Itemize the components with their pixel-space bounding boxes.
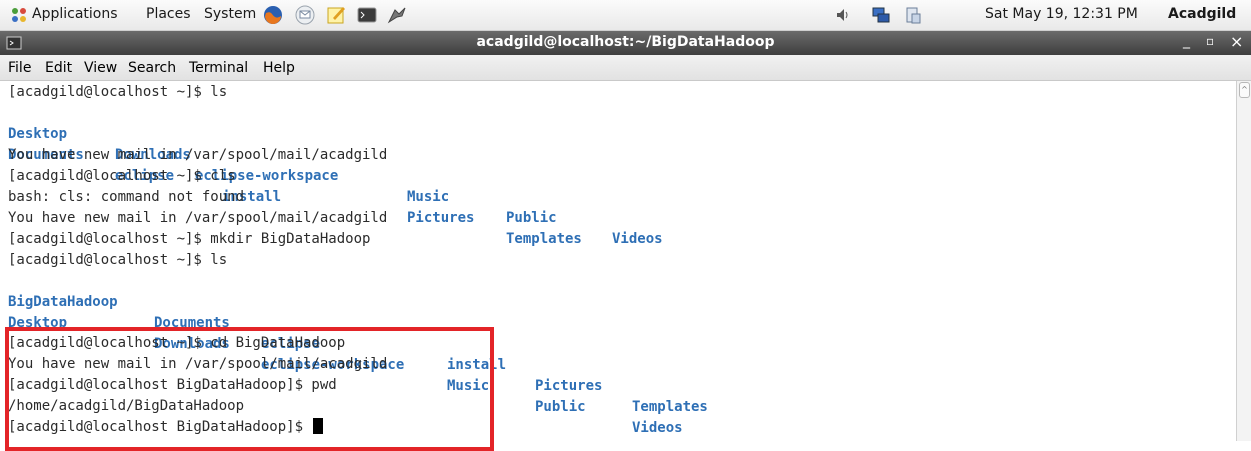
menu-search[interactable]: Search bbox=[128, 60, 176, 76]
ls-output-row: Desktop Downloads eclipse-workspace Musi… bbox=[8, 292, 683, 436]
directory-entry: Public bbox=[535, 399, 586, 415]
window-titlebar[interactable]: acadgild@localhost:~/BigDataHadoop _ ▫ × bbox=[0, 31, 1251, 55]
menu-terminal[interactable]: Terminal bbox=[189, 60, 248, 76]
scroll-up-icon[interactable]: ^ bbox=[1239, 82, 1250, 98]
close-button[interactable]: × bbox=[1230, 32, 1243, 51]
terminal-line: You have new mail in /var/spool/mail/aca… bbox=[8, 210, 388, 226]
directory-entry: Videos bbox=[612, 231, 663, 247]
terminal-menubar: File Edit View Search Terminal Help bbox=[0, 55, 1251, 81]
directory-entry: Pictures bbox=[535, 378, 603, 394]
menu-edit[interactable]: Edit bbox=[45, 60, 72, 76]
places-menu[interactable]: Places bbox=[146, 6, 191, 22]
vertical-scrollbar[interactable]: ^ bbox=[1236, 81, 1251, 441]
terminal-line: bash: cls: command not found bbox=[8, 189, 245, 205]
ls-output-row: Desktop Downloads eclipse-workspace Musi… bbox=[8, 103, 663, 247]
email-icon[interactable] bbox=[294, 4, 316, 26]
network-icon[interactable] bbox=[870, 4, 892, 26]
top-panel: Applications Places System Sat May 19, 1… bbox=[0, 0, 1251, 31]
firefox-icon[interactable] bbox=[262, 4, 284, 26]
text-editor-icon[interactable] bbox=[325, 4, 347, 26]
directory-entry: Templates bbox=[632, 399, 708, 415]
minimize-button[interactable]: _ bbox=[1183, 33, 1190, 49]
screenshot-icon[interactable] bbox=[386, 4, 408, 26]
volume-icon[interactable] bbox=[832, 4, 854, 26]
terminal-line: [acadgild@localhost ~]$ mkdir BigDataHad… bbox=[8, 231, 371, 247]
directory-entry: Pictures bbox=[407, 210, 475, 226]
ls-output-row: Documents eclipse install Pictures Templ… bbox=[8, 124, 582, 247]
clipboard-icon[interactable] bbox=[902, 4, 924, 26]
menu-help[interactable]: Help bbox=[263, 60, 295, 76]
panel-user[interactable]: Acadgild bbox=[1168, 6, 1236, 22]
highlight-box bbox=[5, 327, 494, 451]
terminal-line: You have new mail in /var/spool/mail/aca… bbox=[8, 147, 388, 163]
directory-entry: Public bbox=[506, 210, 557, 226]
terminal-line: [acadgild@localhost ~]$ ls bbox=[8, 252, 228, 268]
applications-menu[interactable]: Applications bbox=[32, 6, 118, 22]
panel-clock[interactable]: Sat May 19, 12:31 PM bbox=[985, 6, 1138, 22]
directory-entry: Music bbox=[407, 189, 450, 205]
terminal-icon[interactable] bbox=[356, 4, 378, 26]
menu-file[interactable]: File bbox=[8, 60, 31, 76]
system-menu[interactable]: System bbox=[204, 6, 256, 22]
terminal-line: [acadgild@localhost ~]$ ls bbox=[8, 84, 228, 100]
directory-entry: Videos bbox=[632, 420, 683, 436]
menu-view[interactable]: View bbox=[84, 60, 117, 76]
window-title: acadgild@localhost:~/BigDataHadoop bbox=[476, 34, 775, 50]
directory-entry: Templates bbox=[506, 231, 582, 247]
applications-icon[interactable] bbox=[8, 4, 30, 26]
terminal-line: [acadgild@localhost ~]$ cls bbox=[8, 168, 236, 184]
ls-output-row: BigDataHadoop Documents eclipse install … bbox=[8, 271, 708, 415]
maximize-button[interactable]: ▫ bbox=[1206, 34, 1214, 48]
